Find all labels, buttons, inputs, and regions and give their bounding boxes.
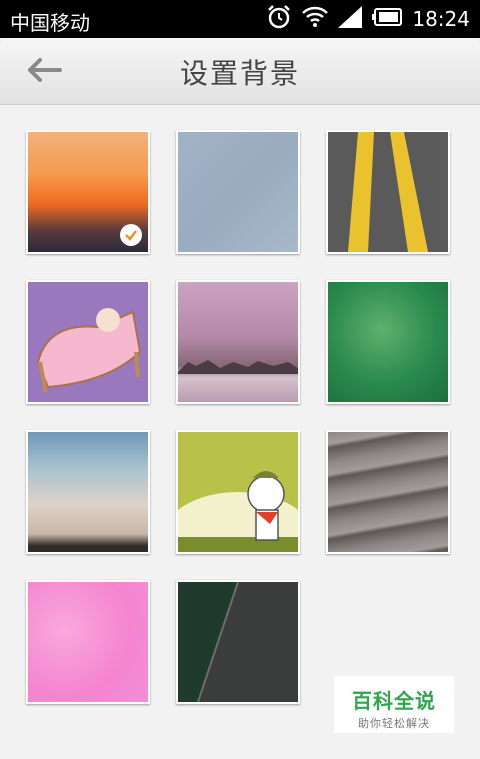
- background-tile-wet-wood[interactable]: [326, 430, 450, 554]
- background-tile-dark-metal[interactable]: [176, 580, 300, 704]
- page-title: 设置背景: [179, 57, 300, 90]
- background-tile-misty-lake[interactable]: [176, 280, 300, 404]
- background-thumbnail: [328, 282, 448, 402]
- background-tile-foggy-sky[interactable]: [26, 430, 150, 554]
- background-thumbnail: [28, 432, 148, 552]
- background-thumbnail: [178, 582, 298, 702]
- selected-check-icon: [120, 224, 142, 246]
- background-tile-bunny-bed[interactable]: [26, 280, 150, 404]
- wifi-icon: [302, 6, 329, 32]
- alarm-icon: [266, 4, 292, 34]
- background-thumbnail: [28, 282, 148, 402]
- background-thumbnail: [28, 582, 148, 702]
- watermark-badge: 百科全说 助你轻松解决: [334, 676, 454, 733]
- background-tile-pink-floral[interactable]: [26, 580, 150, 704]
- signal-icon: [338, 6, 363, 32]
- carrier-name: 中国移动: [10, 11, 90, 35]
- background-thumbnail: [328, 132, 448, 252]
- background-tile-green-leaf[interactable]: [326, 280, 450, 404]
- title-bar: 设置背景: [0, 38, 480, 105]
- background-thumbnail: [178, 132, 298, 252]
- clock-time: 18:24: [412, 7, 470, 31]
- background-thumbnail: [178, 432, 298, 552]
- background-tile-road[interactable]: [326, 130, 450, 254]
- background-tile-sunset[interactable]: [26, 130, 150, 254]
- status-bar: 中国移动 18:24: [0, 0, 480, 38]
- background-thumbnail: [178, 282, 298, 402]
- background-thumbnail: [328, 432, 448, 552]
- watermark-subtitle: 助你轻松解决: [358, 717, 430, 730]
- background-tile-mi-bunny[interactable]: [176, 430, 300, 554]
- background-thumbnail: [28, 132, 148, 252]
- status-icons: 18:24: [266, 5, 470, 33]
- background-tile-blue-gray[interactable]: [176, 130, 300, 254]
- battery-icon: [372, 8, 403, 30]
- watermark-title: 百科全说: [352, 689, 436, 713]
